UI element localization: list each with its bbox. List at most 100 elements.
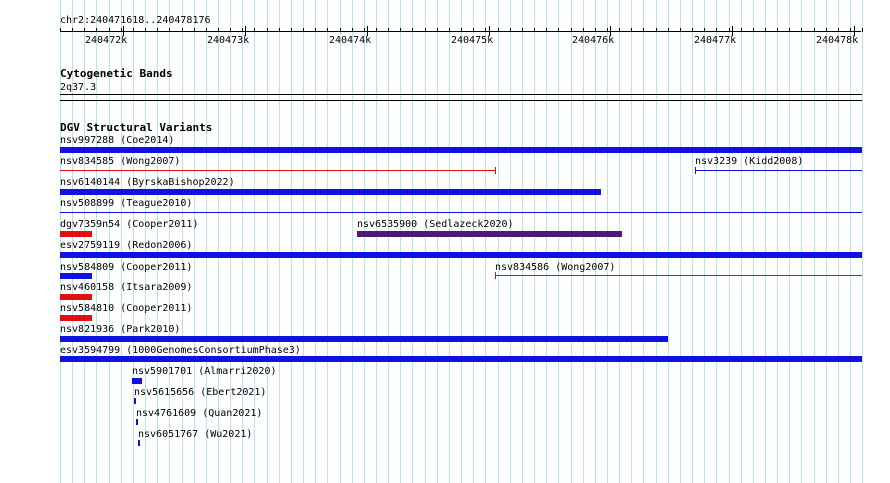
grid-line: [364, 0, 365, 483]
ruler-label-1: 240472k: [85, 35, 128, 46]
ruler-minor-tick: [546, 28, 547, 32]
variant-bar-esv3594799[interactable]: [60, 356, 862, 362]
ruler-minor-tick: [364, 28, 365, 32]
ruler-minor-tick: [826, 28, 827, 32]
variant-label-nsv584810[interactable]: nsv584810 (Cooper2011): [60, 303, 192, 314]
ruler-minor-tick: [680, 28, 681, 32]
grid-line: [826, 0, 827, 483]
dgv-track-title[interactable]: DGV Structural Variants: [60, 122, 212, 134]
variant-bar-nsv460158[interactable]: [60, 294, 92, 300]
variant-label-nsv821936[interactable]: nsv821936 (Park2010): [60, 324, 180, 335]
variant-label-nsv460158[interactable]: nsv460158 (Itsara2009): [60, 282, 192, 293]
ruler-minor-tick: [558, 28, 559, 32]
grid-line: [607, 0, 608, 483]
variant-label-esv3594799[interactable]: esv3594799 (1000GenomesConsortiumPhase3): [60, 345, 301, 356]
grid-line: [619, 0, 620, 483]
grid-line: [327, 0, 328, 483]
ruler-minor-tick: [619, 28, 620, 32]
variant-label-nsv6140144[interactable]: nsv6140144 (ByrskaBishop2022): [60, 177, 235, 188]
ruler-label-4: 240475k: [451, 35, 494, 46]
variant-bar-nsv584810[interactable]: [60, 315, 92, 321]
grid-line: [510, 0, 511, 483]
variant-label-nsv6051767[interactable]: nsv6051767 (Wu2021): [138, 429, 252, 440]
ruler-minor-tick: [449, 28, 450, 32]
variant-bar-nsv5901701[interactable]: [132, 378, 142, 384]
ruler-minor-tick: [84, 28, 85, 32]
ruler-minor-tick: [133, 28, 134, 32]
grid-line: [765, 0, 766, 483]
ruler-minor-tick: [607, 28, 608, 32]
ruler-minor-tick: [510, 28, 511, 32]
variant-bar-nsv6140144[interactable]: [60, 189, 601, 195]
variant-bar-nsv508899[interactable]: [60, 212, 862, 213]
ruler-minor-tick: [230, 28, 231, 32]
variant-label-nsv4761609[interactable]: nsv4761609 (Quan2021): [136, 408, 262, 419]
ruler-label-7: 240478k: [816, 35, 859, 46]
ruler-minor-tick: [741, 28, 742, 32]
ruler-minor-tick: [753, 28, 754, 32]
variant-bar-nsv834585[interactable]: [60, 170, 496, 171]
ruler-minor-tick: [668, 28, 669, 32]
variant-bar-nsv3239[interactable]: [695, 170, 862, 171]
variant-bar-nsv997288[interactable]: [60, 147, 862, 153]
grid-line: [631, 0, 632, 483]
ruler-minor-tick: [279, 28, 280, 32]
ruler-minor-tick: [121, 28, 122, 32]
ruler-minor-tick: [60, 28, 61, 32]
ruler-minor-tick: [473, 28, 474, 32]
ruler-minor-tick: [571, 28, 572, 32]
cytoband-track-title[interactable]: Cytogenetic Bands: [60, 68, 173, 80]
variant-label-nsv5901701[interactable]: nsv5901701 (Almarri2020): [132, 366, 277, 377]
variant-label-nsv6535900[interactable]: nsv6535900 (Sedlazeck2020): [357, 219, 514, 230]
ruler-minor-tick: [169, 28, 170, 32]
grid-line: [741, 0, 742, 483]
variant-bar-esv2759119[interactable]: [60, 252, 862, 258]
variant-label-esv2759119[interactable]: esv2759119 (Redon2006): [60, 240, 192, 251]
variant-bar-nsv6535900[interactable]: [357, 231, 622, 237]
ruler-minor-tick: [583, 28, 584, 32]
ruler-minor-tick: [704, 28, 705, 32]
ruler-minor-tick: [862, 28, 863, 32]
variant-bar-nsv6051767[interactable]: [138, 440, 140, 446]
ruler-minor-tick: [692, 28, 693, 32]
variant-bar-nsv584809[interactable]: [60, 273, 92, 279]
variant-label-nsv834586[interactable]: nsv834586 (Wong2007): [495, 262, 615, 273]
variant-label-nsv834585[interactable]: nsv834585 (Wong2007): [60, 156, 180, 167]
variant-start-nsv834586: [495, 272, 496, 279]
ruler-minor-tick: [157, 28, 158, 32]
grid-line: [388, 0, 389, 483]
grid-line: [485, 0, 486, 483]
variant-label-nsv584809[interactable]: nsv584809 (Cooper2011): [60, 262, 192, 273]
grid-line: [473, 0, 474, 483]
grid-line: [838, 0, 839, 483]
ruler-minor-tick: [437, 28, 438, 32]
variant-bar-nsv5615656[interactable]: [134, 398, 136, 404]
variant-label-nsv508899[interactable]: nsv508899 (Teague2010): [60, 198, 192, 209]
grid-line: [461, 0, 462, 483]
variant-label-dgv7359n54[interactable]: dgv7359n54 (Cooper2011): [60, 219, 198, 230]
grid-line: [595, 0, 596, 483]
variant-bar-dgv7359n54[interactable]: [60, 231, 92, 237]
variant-bar-nsv821936[interactable]: [60, 336, 668, 342]
ruler-minor-tick: [595, 28, 596, 32]
ruler-locus: chr2:240471618..240478176: [60, 15, 211, 26]
ruler-minor-tick: [206, 28, 207, 32]
ruler-label-6: 240477k: [694, 35, 737, 46]
variant-label-nsv3239[interactable]: nsv3239 (Kidd2008): [695, 156, 803, 167]
ruler-minor-tick: [631, 28, 632, 32]
ruler-minor-tick: [376, 28, 377, 32]
grid-line: [814, 0, 815, 483]
variant-bar-nsv4761609[interactable]: [136, 419, 138, 425]
grid-line: [850, 0, 851, 483]
ruler-minor-tick: [461, 28, 462, 32]
ruler-minor-tick: [814, 28, 815, 32]
grid-line: [449, 0, 450, 483]
variant-label-nsv997288[interactable]: nsv997288 (Coe2014): [60, 135, 174, 146]
grid-line: [692, 0, 693, 483]
grid-line: [801, 0, 802, 483]
variant-bar-nsv834586[interactable]: [495, 275, 862, 276]
ruler-label-3: 240474k: [329, 35, 372, 46]
variant-label-nsv5615656[interactable]: nsv5615656 (Ebert2021): [134, 387, 266, 398]
grid-line: [558, 0, 559, 483]
grid-line: [352, 0, 353, 483]
